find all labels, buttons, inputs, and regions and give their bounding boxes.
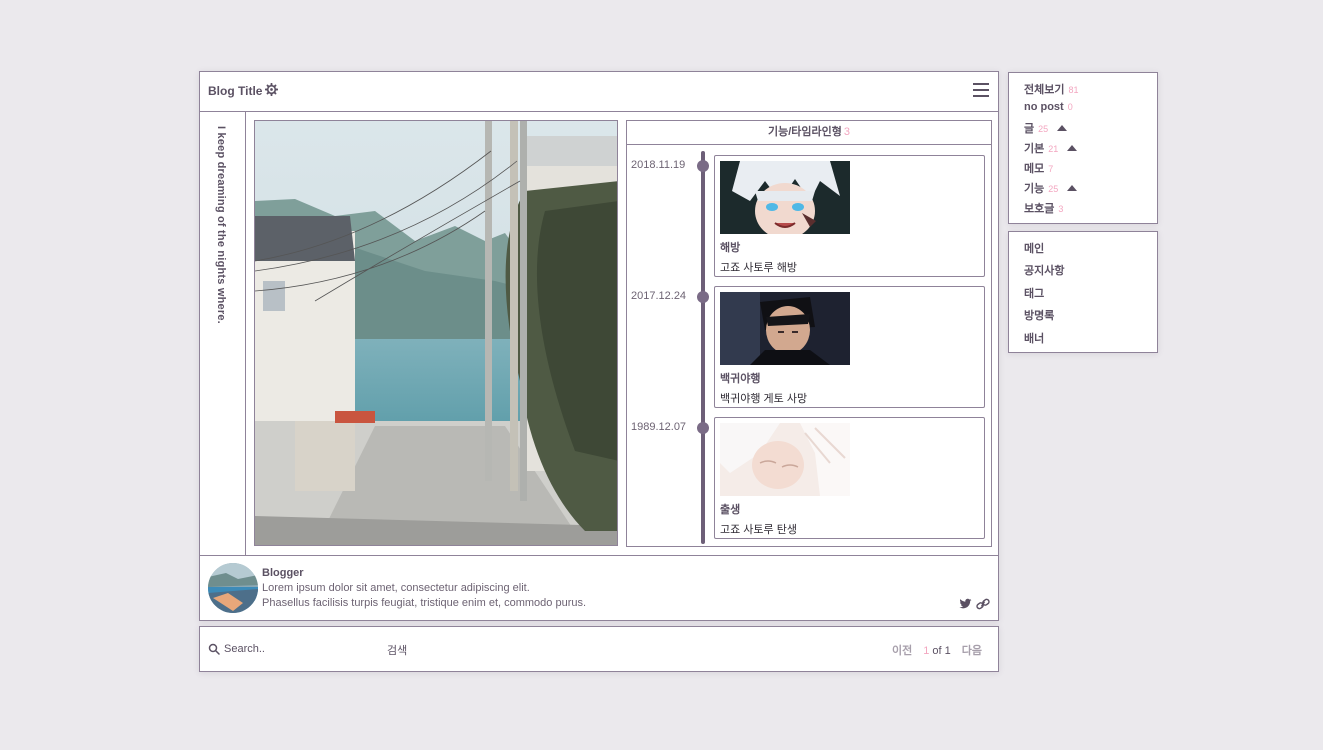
timeline-item-desc: 고죠 사토루 탄생 [720,524,797,536]
category-count: 25 [1048,184,1059,194]
pagination: 이전 1 of 1 다음 [892,642,982,658]
gear-icon[interactable] [265,83,278,96]
timeline-card[interactable]: 백귀야행 백귀야행 게토 사망 [714,286,985,408]
category-item-no-post[interactable]: no post 0 [1024,101,1073,113]
category-label: 전체보기 [1024,84,1065,96]
category-label: 글 [1024,123,1035,135]
timeline-item-title: 해방 [720,242,741,254]
timeline-item-desc: 고죠 사토루 해방 [720,262,797,274]
page-total: of 1 [932,645,951,657]
expand-arrow-icon[interactable] [1067,145,1078,151]
link-icon[interactable] [976,598,990,610]
category-item-all[interactable]: 전체보기 81 [1024,81,1079,97]
profile-section: Blogger Lorem ipsum dolor sit amet, cons… [200,555,998,620]
search-bar: 검색 이전 1 of 1 다음 [199,626,999,672]
timeline-item[interactable]: 2017.12.24 백귀야행 백귀야행 게토 사망 [627,286,991,408]
expand-arrow-icon[interactable] [1067,185,1078,191]
menu-item-guestbook[interactable]: 방명록 [1024,307,1054,323]
category-count: 0 [1067,102,1073,112]
timeline-count: 3 [843,126,851,138]
timeline-item[interactable]: 2018.11.19 해방 고죠 사토루 해방 [627,155,991,277]
menu-item-main[interactable]: 메인 [1024,240,1044,256]
blog-main-panel: Blog Title I keep dreaming of the nights… [199,71,999,621]
category-item-posts[interactable]: 글 25 [1024,120,1068,136]
timeline-item-desc: 백귀야행 게토 사망 [720,393,808,405]
timeline-thumbnail [720,161,850,234]
category-item-protected[interactable]: 보호글 3 [1024,200,1063,216]
category-count: 21 [1048,144,1059,154]
hero-image [254,120,618,546]
avatar[interactable] [208,563,258,613]
blog-header: Blog Title [200,72,998,112]
menu-item-banner[interactable]: 배너 [1024,330,1044,346]
category-item-feature[interactable]: 기능 25 [1024,180,1078,196]
tagline: I keep dreaming of the nights where. [215,126,227,324]
category-label: no post [1024,101,1064,113]
blogger-bio-line1: Lorem ipsum dolor sit amet, consectetur … [262,582,530,594]
category-item-memo[interactable]: 메모 7 [1024,160,1053,176]
timeline-thumbnail [720,292,850,365]
timeline-header: 기능/타임라인형 3 [627,121,991,145]
category-panel: 전체보기 81 no post 0 글 25 기본 21 메모 7 기능 25 보호글 3 [1008,72,1158,224]
category-label: 보호글 [1024,203,1055,215]
timeline-date: 1989.12.07 [631,421,687,433]
timeline-item-title: 백귀야행 [720,373,761,385]
menu-item-notice[interactable]: 공지사항 [1024,262,1064,278]
search-input[interactable] [224,640,374,658]
category-count: 25 [1038,124,1049,134]
timeline-card[interactable]: 해방 고죠 사토루 해방 [714,155,985,277]
category-label: 메모 [1024,163,1045,175]
timeline-dot [697,422,709,434]
blogger-bio-line2: Phasellus facilisis turpis feugiat, tris… [262,597,587,609]
menu-item-tags[interactable]: 태그 [1024,285,1044,301]
category-count: 3 [1058,204,1064,214]
category-count: 81 [1068,85,1079,95]
category-label: 기능 [1024,183,1045,195]
blogger-name: Blogger [262,567,304,579]
timeline-item[interactable]: 1989.12.07 출생 고죠 사토루 탄생 [627,417,991,539]
current-page: 1 [923,645,930,657]
timeline-dot [697,291,709,303]
timeline-widget: 기능/타임라인형 3 2018.11.19 해방 고죠 사토루 해방 2017.… [626,120,992,547]
next-page-button[interactable]: 다음 [962,645,982,657]
search-button[interactable]: 검색 [387,642,407,658]
timeline-card[interactable]: 출생 고죠 사토루 탄생 [714,417,985,539]
prev-page-button[interactable]: 이전 [892,645,912,657]
timeline-item-title: 출생 [720,504,741,516]
tagline-column: I keep dreaming of the nights where. [200,112,246,555]
expand-arrow-icon[interactable] [1057,125,1068,131]
timeline-date: 2017.12.24 [631,290,687,302]
timeline-title: 기능/타임라인형 [767,126,842,138]
category-item-basic[interactable]: 기본 21 [1024,140,1078,156]
timeline-date: 2018.11.19 [631,159,686,171]
menu-panel: 메인 공지사항 태그 방명록 배너 [1008,231,1158,353]
hamburger-menu-icon[interactable] [973,83,989,97]
blog-title[interactable]: Blog Title [208,84,262,98]
twitter-icon[interactable] [959,598,972,610]
category-label: 기본 [1024,143,1045,155]
timeline-dot [697,160,709,172]
category-count: 7 [1048,164,1054,174]
search-icon [208,643,220,655]
timeline-thumbnail [720,423,850,496]
